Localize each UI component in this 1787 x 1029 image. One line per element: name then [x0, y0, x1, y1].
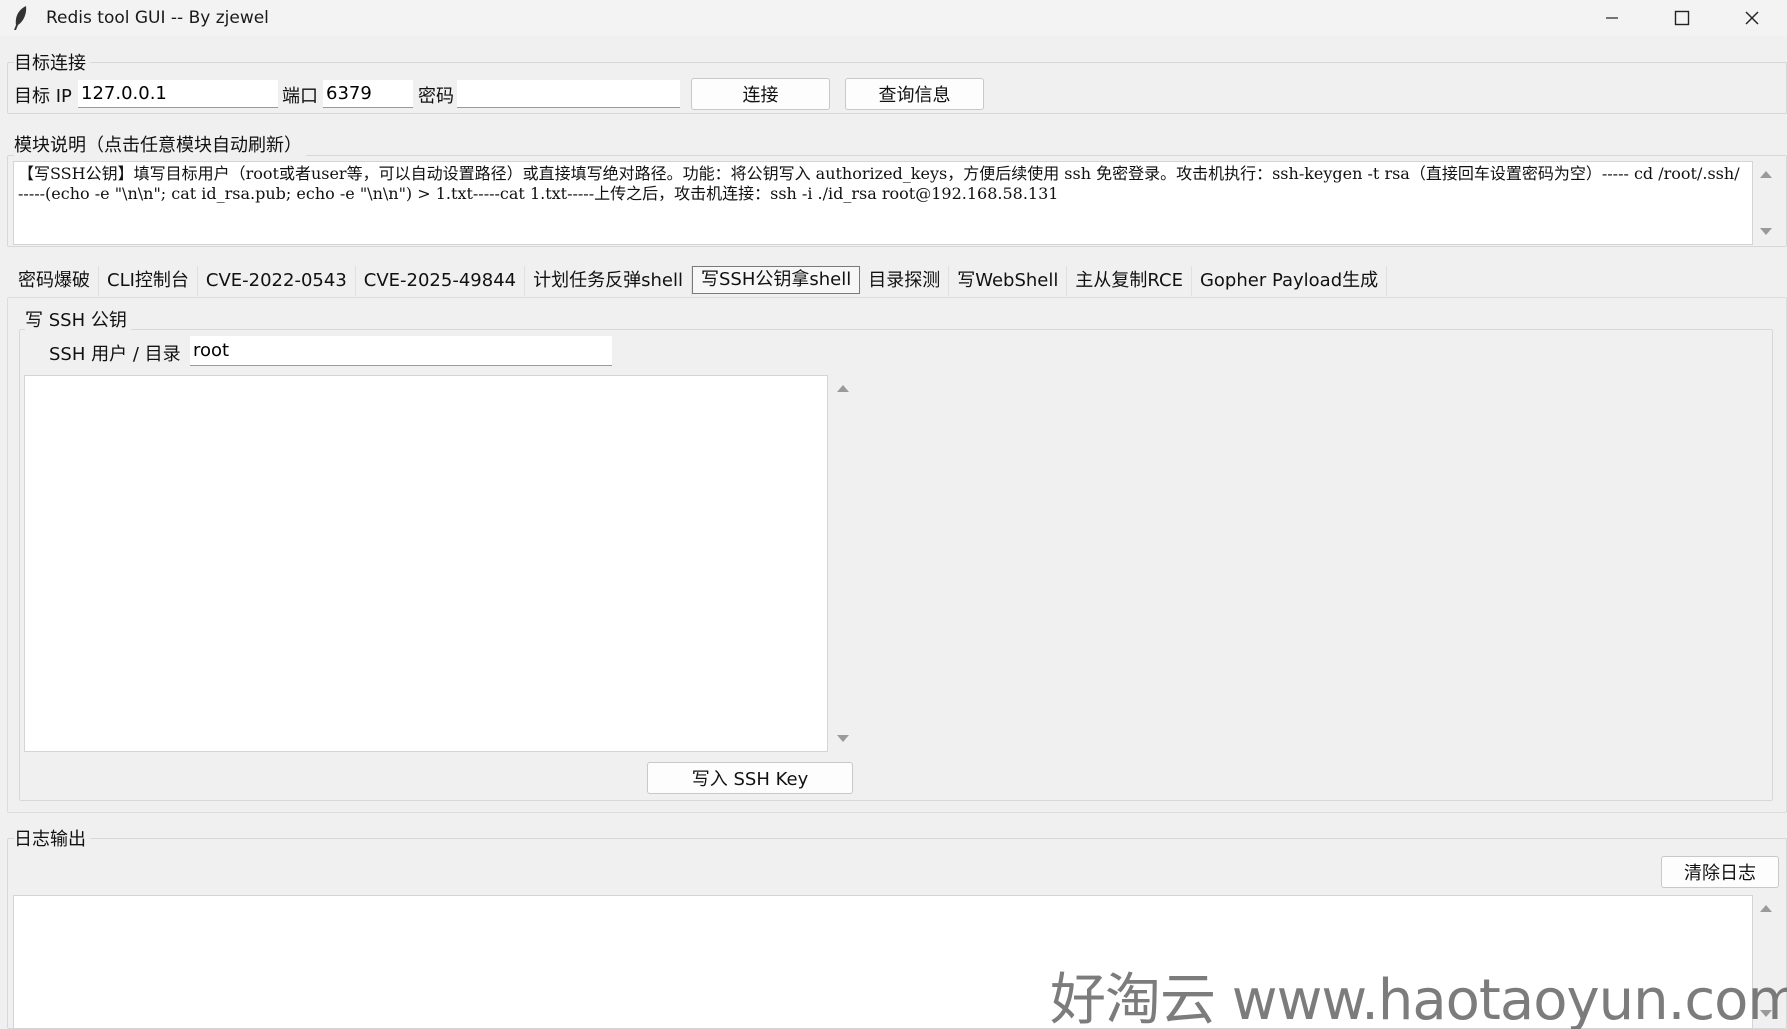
tab-gopher-payload[interactable]: Gopher Payload生成 [1191, 266, 1388, 296]
tab-cve-2025-49844[interactable]: CVE-2025-49844 [355, 266, 526, 296]
maximize-icon[interactable] [1647, 0, 1717, 36]
tab-write-webshell[interactable]: 写WebShell [949, 266, 1068, 296]
clear-log-button[interactable]: 清除日志 [1661, 856, 1779, 888]
port-label: 端口 [282, 86, 318, 107]
ip-label: 目标 IP [14, 86, 72, 107]
password-input[interactable] [457, 80, 680, 108]
description-textbox[interactable]: 【写SSH公钥】填写目标用户（root或者user等，可以自动设置路径）或直接填… [13, 161, 1753, 245]
ip-input[interactable] [78, 80, 278, 108]
tab-password-brute[interactable]: 密码爆破 [10, 266, 99, 296]
feather-icon [12, 4, 32, 32]
minimize-icon[interactable] [1577, 0, 1647, 36]
write-ssh-key-button[interactable]: 写入 SSH Key [647, 762, 853, 794]
connect-button[interactable]: 连接 [691, 78, 830, 110]
tab-write-ssh-key[interactable]: 写SSH公钥拿shell [691, 266, 861, 294]
scroll-up-arrow-icon[interactable] [837, 385, 849, 392]
tab-dir-probe[interactable]: 目录探测 [860, 266, 950, 296]
tab-cron-reverse-shell[interactable]: 计划任务反弹shell [525, 266, 692, 296]
tab-cve-2022-0543[interactable]: CVE-2022-0543 [197, 266, 356, 296]
description-scrollbar[interactable] [1756, 161, 1776, 245]
window-controls [1577, 0, 1787, 36]
ssh-key-text [25, 376, 827, 380]
tab-cli-console[interactable]: CLI控制台 [99, 266, 198, 296]
watermark-text: 好淘云 www.haotaoyun.com [1050, 968, 1787, 1029]
close-icon[interactable] [1717, 0, 1787, 36]
title-bar: Redis tool GUI -- By zjewel [0, 0, 1787, 36]
scroll-down-arrow-icon[interactable] [1760, 228, 1772, 235]
window-title: Redis tool GUI -- By zjewel [46, 8, 269, 28]
ssh-key-scrollbar[interactable] [833, 375, 853, 752]
tab-master-slave-rce[interactable]: 主从复制RCE [1067, 266, 1192, 296]
description-text: 【写SSH公钥】填写目标用户（root或者user等，可以自动设置路径）或直接填… [18, 164, 1745, 203]
ssh-key-textbox[interactable] [24, 375, 828, 752]
password-label: 密码 [418, 86, 454, 107]
description-group-label: 模块说明（点击任意模块自动刷新） [14, 131, 306, 157]
scroll-down-arrow-icon[interactable] [837, 735, 849, 742]
connection-group-label: 目标连接 [14, 49, 90, 75]
ssh-user-label: SSH 用户 / 目录 [49, 344, 181, 365]
ssh-group-label: 写 SSH 公钥 [25, 306, 131, 332]
scroll-up-arrow-icon[interactable] [1760, 171, 1772, 178]
module-tabs: 密码爆破 CLI控制台 CVE-2022-0543 CVE-2025-49844… [10, 266, 1388, 296]
ssh-user-input[interactable] [190, 336, 612, 366]
port-input[interactable] [323, 80, 413, 108]
log-group-label: 日志输出 [14, 825, 90, 851]
query-info-button[interactable]: 查询信息 [845, 78, 984, 110]
scroll-up-arrow-icon[interactable] [1760, 905, 1772, 912]
log-text [14, 896, 1752, 900]
